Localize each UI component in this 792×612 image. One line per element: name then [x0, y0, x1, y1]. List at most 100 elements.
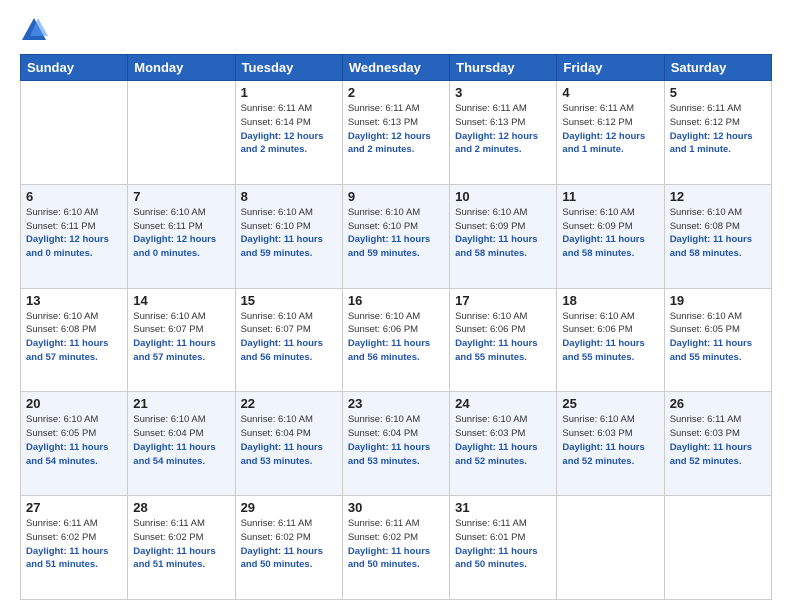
day-number: 15 [241, 293, 337, 308]
calendar-cell: 8 Sunrise: 6:10 AMSunset: 6:10 PMDaylight… [235, 184, 342, 288]
day-info: Sunrise: 6:11 AMSunset: 6:13 PMDaylight:… [455, 102, 551, 157]
calendar-cell [128, 81, 235, 185]
day-number: 31 [455, 500, 551, 515]
calendar-cell [664, 496, 771, 600]
day-number: 22 [241, 396, 337, 411]
week-row-1: 1 Sunrise: 6:11 AMSunset: 6:14 PMDaylight… [21, 81, 772, 185]
day-number: 11 [562, 189, 658, 204]
calendar-cell: 9Sunrise: 6:10 AMSunset: 6:10 PMDaylight… [342, 184, 449, 288]
day-number: 30 [348, 500, 444, 515]
day-info: Sunrise: 6:10 AMSunset: 6:07 PMDaylight:… [241, 310, 337, 365]
col-header-sunday: Sunday [21, 55, 128, 81]
day-number: 18 [562, 293, 658, 308]
calendar-cell: 20 Sunrise: 6:10 AMSunset: 6:05 PMDayligh… [21, 392, 128, 496]
day-number: 16 [348, 293, 444, 308]
day-number: 5 [670, 85, 766, 100]
calendar-cell: 16 Sunrise: 6:10 AMSunset: 6:06 PMDayligh… [342, 288, 449, 392]
day-number: 28 [133, 500, 229, 515]
day-number: 3 [455, 85, 551, 100]
week-row-4: 20 Sunrise: 6:10 AMSunset: 6:05 PMDayligh… [21, 392, 772, 496]
day-info: Sunrise: 6:10 AMSunset: 6:08 PMDaylight:… [26, 310, 122, 365]
col-header-monday: Monday [128, 55, 235, 81]
calendar-cell: 4 Sunrise: 6:11 AMSunset: 6:12 PMDaylight… [557, 81, 664, 185]
calendar-cell: 22 Sunrise: 6:10 AMSunset: 6:04 PMDayligh… [235, 392, 342, 496]
day-info: Sunrise: 6:10 AMSunset: 6:05 PMDaylight:… [26, 413, 122, 468]
calendar-cell: 11 Sunrise: 6:10 AMSunset: 6:09 PMDayligh… [557, 184, 664, 288]
calendar-cell: 28 Sunrise: 6:11 AMSunset: 6:02 PMDayligh… [128, 496, 235, 600]
day-info: Sunrise: 6:11 AMSunset: 6:03 PMDaylight:… [670, 413, 766, 468]
calendar-cell [21, 81, 128, 185]
day-number: 10 [455, 189, 551, 204]
calendar-cell: 26 Sunrise: 6:11 AMSunset: 6:03 PMDayligh… [664, 392, 771, 496]
day-info: Sunrise: 6:11 AMSunset: 6:13 PMDaylight:… [348, 102, 444, 157]
calendar-cell: 17 Sunrise: 6:10 AMSunset: 6:06 PMDayligh… [450, 288, 557, 392]
day-number: 26 [670, 396, 766, 411]
calendar-cell: 24 Sunrise: 6:10 AMSunset: 6:03 PMDayligh… [450, 392, 557, 496]
calendar-cell: 31Sunrise: 6:11 AMSunset: 6:01 PMDayligh… [450, 496, 557, 600]
day-info: Sunrise: 6:11 AMSunset: 6:12 PMDaylight:… [562, 102, 658, 157]
calendar-cell: 1 Sunrise: 6:11 AMSunset: 6:14 PMDaylight… [235, 81, 342, 185]
day-info: Sunrise: 6:10 AMSunset: 6:04 PMDaylight:… [348, 413, 444, 468]
day-number: 20 [26, 396, 122, 411]
day-info: Sunrise: 6:11 AMSunset: 6:02 PMDaylight:… [241, 517, 337, 572]
day-info: Sunrise: 6:11 AMSunset: 6:12 PMDaylight:… [670, 102, 766, 157]
day-info: Sunrise: 6:11 AMSunset: 6:02 PMDaylight:… [26, 517, 122, 572]
day-number: 6 [26, 189, 122, 204]
day-info: Sunrise: 6:10 AMSunset: 6:06 PMDaylight:… [348, 310, 444, 365]
day-number: 12 [670, 189, 766, 204]
day-number: 24 [455, 396, 551, 411]
calendar-cell: 6 Sunrise: 6:10 AMSunset: 6:11 PMDaylight… [21, 184, 128, 288]
calendar-cell: 5 Sunrise: 6:11 AMSunset: 6:12 PMDaylight… [664, 81, 771, 185]
calendar-table: SundayMondayTuesdayWednesdayThursdayFrid… [20, 54, 772, 600]
day-info: Sunrise: 6:10 AMSunset: 6:08 PMDaylight:… [670, 206, 766, 261]
calendar-cell: 18 Sunrise: 6:10 AMSunset: 6:06 PMDayligh… [557, 288, 664, 392]
day-number: 1 [241, 85, 337, 100]
day-info: Sunrise: 6:10 AMSunset: 6:07 PMDaylight:… [133, 310, 229, 365]
calendar-cell: 30 Sunrise: 6:11 AMSunset: 6:02 PMDayligh… [342, 496, 449, 600]
day-number: 27 [26, 500, 122, 515]
day-number: 4 [562, 85, 658, 100]
day-number: 14 [133, 293, 229, 308]
day-info: Sunrise: 6:11 AMSunset: 6:02 PMDaylight:… [133, 517, 229, 572]
day-info: Sunrise: 6:10 AMSunset: 6:11 PMDaylight:… [26, 206, 122, 261]
day-info: Sunrise: 6:10 AMSunset: 6:03 PMDaylight:… [562, 413, 658, 468]
calendar-cell: 13Sunrise: 6:10 AMSunset: 6:08 PMDayligh… [21, 288, 128, 392]
day-number: 19 [670, 293, 766, 308]
page: SundayMondayTuesdayWednesdayThursdayFrid… [0, 0, 792, 612]
day-number: 23 [348, 396, 444, 411]
calendar-cell: 21 Sunrise: 6:10 AMSunset: 6:04 PMDayligh… [128, 392, 235, 496]
day-info: Sunrise: 6:10 AMSunset: 6:09 PMDaylight:… [562, 206, 658, 261]
calendar-cell: 19 Sunrise: 6:10 AMSunset: 6:05 PMDayligh… [664, 288, 771, 392]
calendar-cell: 10Sunrise: 6:10 AMSunset: 6:09 PMDayligh… [450, 184, 557, 288]
day-info: Sunrise: 6:10 AMSunset: 6:05 PMDaylight:… [670, 310, 766, 365]
day-info: Sunrise: 6:10 AMSunset: 6:06 PMDaylight:… [562, 310, 658, 365]
day-info: Sunrise: 6:10 AMSunset: 6:10 PMDaylight:… [348, 206, 444, 261]
calendar-cell: 25 Sunrise: 6:10 AMSunset: 6:03 PMDayligh… [557, 392, 664, 496]
day-info: Sunrise: 6:10 AMSunset: 6:04 PMDaylight:… [241, 413, 337, 468]
calendar-header-row: SundayMondayTuesdayWednesdayThursdayFrid… [21, 55, 772, 81]
logo [20, 16, 52, 44]
day-info: Sunrise: 6:11 AMSunset: 6:14 PMDaylight:… [241, 102, 337, 157]
day-info: Sunrise: 6:10 AMSunset: 6:03 PMDaylight:… [455, 413, 551, 468]
week-row-3: 13Sunrise: 6:10 AMSunset: 6:08 PMDayligh… [21, 288, 772, 392]
calendar-cell: 7Sunrise: 6:10 AMSunset: 6:11 PMDaylight… [128, 184, 235, 288]
day-number: 8 [241, 189, 337, 204]
calendar-cell: 2 Sunrise: 6:11 AMSunset: 6:13 PMDaylight… [342, 81, 449, 185]
day-info: Sunrise: 6:10 AMSunset: 6:10 PMDaylight:… [241, 206, 337, 261]
header [20, 16, 772, 44]
day-info: Sunrise: 6:10 AMSunset: 6:11 PMDaylight:… [133, 206, 229, 261]
calendar-cell: 27 Sunrise: 6:11 AMSunset: 6:02 PMDayligh… [21, 496, 128, 600]
day-info: Sunrise: 6:10 AMSunset: 6:06 PMDaylight:… [455, 310, 551, 365]
col-header-saturday: Saturday [664, 55, 771, 81]
week-row-5: 27 Sunrise: 6:11 AMSunset: 6:02 PMDayligh… [21, 496, 772, 600]
day-info: Sunrise: 6:11 AMSunset: 6:02 PMDaylight:… [348, 517, 444, 572]
col-header-tuesday: Tuesday [235, 55, 342, 81]
calendar-cell: 3 Sunrise: 6:11 AMSunset: 6:13 PMDaylight… [450, 81, 557, 185]
day-number: 25 [562, 396, 658, 411]
day-number: 2 [348, 85, 444, 100]
day-number: 17 [455, 293, 551, 308]
day-info: Sunrise: 6:10 AMSunset: 6:04 PMDaylight:… [133, 413, 229, 468]
day-number: 21 [133, 396, 229, 411]
calendar-cell: 12 Sunrise: 6:10 AMSunset: 6:08 PMDayligh… [664, 184, 771, 288]
week-row-2: 6 Sunrise: 6:10 AMSunset: 6:11 PMDaylight… [21, 184, 772, 288]
